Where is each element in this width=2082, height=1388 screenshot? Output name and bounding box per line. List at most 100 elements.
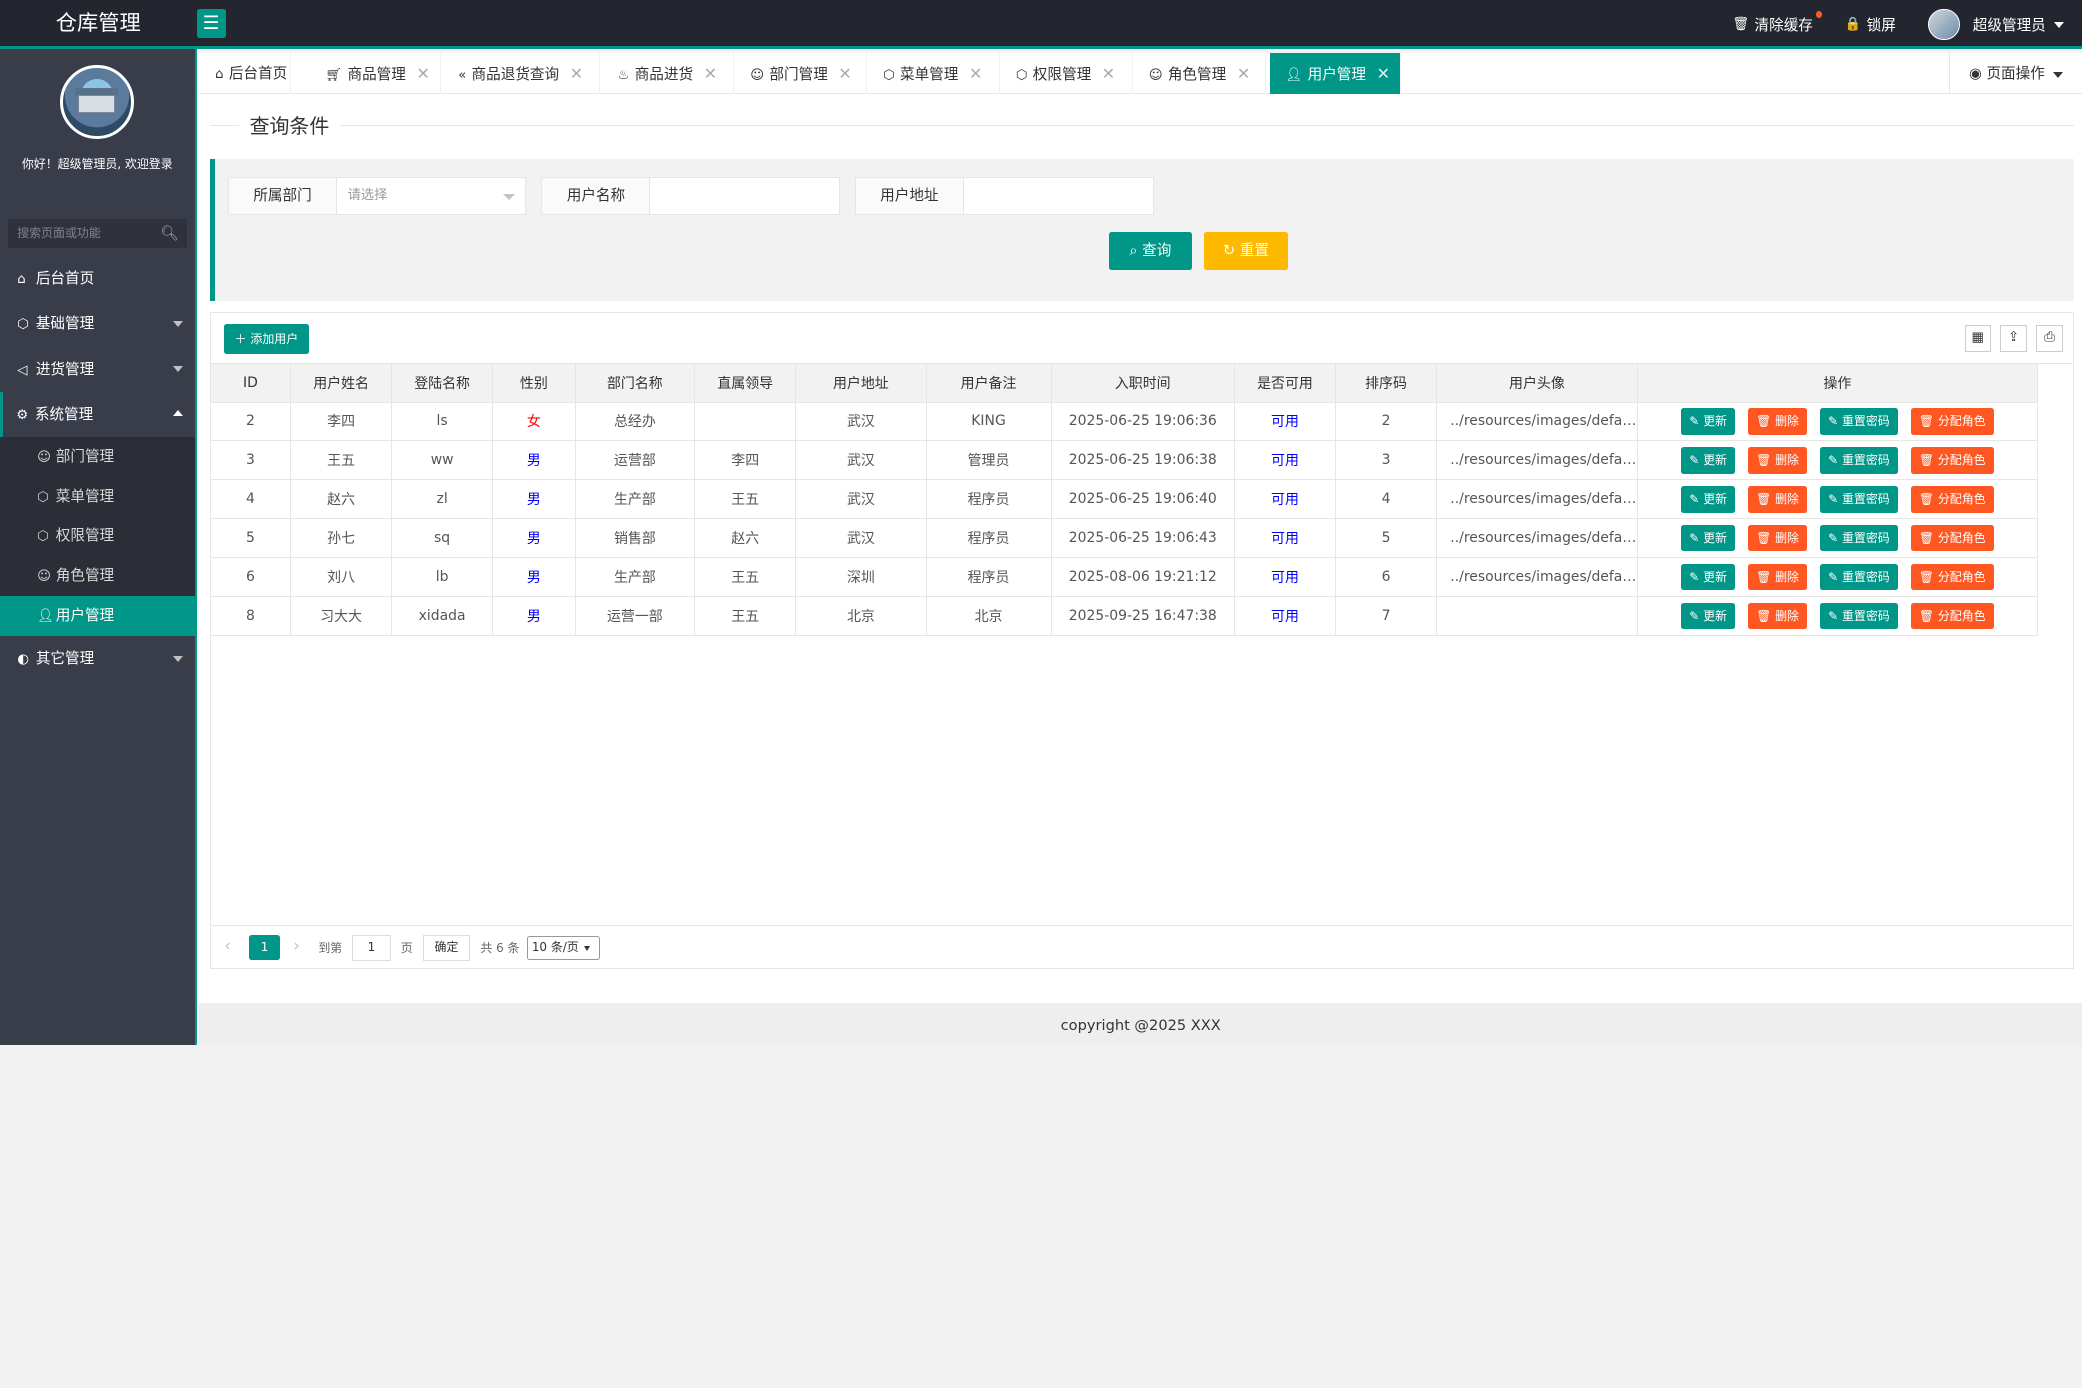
export-icon[interactable]: ⇪ xyxy=(2000,325,2027,352)
assign-role-button[interactable]: 🗑 分配角色 xyxy=(1910,408,1994,435)
column-header[interactable]: 入职时间 xyxy=(1051,363,1235,403)
assign-role-button[interactable]: 🗑 分配角色 xyxy=(1910,486,1994,513)
table-row[interactable]: 6 刘八 lb 男生产部 王五 深圳 程序员 2025-08-06 19:21:12 可用 6..… xyxy=(210,557,2039,598)
tab-home[interactable]: ⌂ 后台首页 xyxy=(199,53,291,95)
assign-role-button[interactable]: 🗑 分配角色 xyxy=(1910,524,1994,552)
lock-screen-button[interactable]: 🔒 锁屏 xyxy=(1845,14,1896,35)
sidebar-search-input[interactable]: 搜索页面或功能 🔍︎ xyxy=(7,219,187,249)
cell-login: zl xyxy=(391,479,494,520)
column-header[interactable]: 用户地址 xyxy=(795,363,927,403)
user-menu[interactable]: 超级管理员 xyxy=(1927,8,2064,41)
delete-button[interactable]: 🗑 删除 xyxy=(1748,524,1807,552)
column-header[interactable]: 用户备注 xyxy=(926,363,1052,403)
tab-goods-purchase[interactable]: ♨ 商品进货 ✕ xyxy=(602,53,735,95)
table-row[interactable]: 8 习大大 xidada 男运营一部 王五 北京 北京 2025-09-25 16:47:38… xyxy=(210,596,2039,636)
reset-password-button[interactable]: ✎ 重置密码 xyxy=(1820,563,1898,591)
assign-role-button[interactable]: 🗑 分配角色 xyxy=(1910,447,1994,474)
tab-user[interactable]: 👤︎ 用户管理 ✕ xyxy=(1269,53,1402,95)
tab-menu[interactable]: ⬡ 菜单管理 ✕ xyxy=(867,53,1000,95)
update-button[interactable]: ✎ 更新 xyxy=(1681,447,1735,474)
delete-button[interactable]: 🗑 删除 xyxy=(1748,563,1807,591)
sidebar-item-home[interactable]: ⌂ 后台首页 xyxy=(0,256,195,301)
column-header[interactable]: 直属领导 xyxy=(694,363,797,403)
menu-toggle-button[interactable]: ☰ xyxy=(196,9,226,39)
assign-role-button-label: 分配角色 xyxy=(1937,608,1986,623)
table-body: 2 李四 ls 女总经办 武汉 KING 2025-06-25 19:06:36 可用 2 ../… xyxy=(210,402,2039,636)
page-number-current[interactable]: 1 xyxy=(249,934,280,961)
delete-button[interactable]: 🗑 删除 xyxy=(1748,486,1807,513)
close-icon[interactable]: ✕ xyxy=(969,64,982,83)
print-icon[interactable]: ⎙ xyxy=(2036,325,2063,352)
tab-goods-return[interactable]: «商品退货查询 ✕ xyxy=(442,53,601,95)
delete-button[interactable]: 🗑 删除 xyxy=(1748,408,1807,435)
close-icon[interactable]: ✕ xyxy=(838,64,851,83)
delete-button[interactable]: 🗑 删除 xyxy=(1748,602,1807,630)
sidebar-item-role[interactable]: ☺ 角色管理 xyxy=(0,556,195,597)
goto-label: 到第 xyxy=(318,940,343,955)
tab-permission[interactable]: ⬡ 权限管理 ✕ xyxy=(1000,53,1133,95)
tab-role[interactable]: ☺ 角色管理 ✕ xyxy=(1133,53,1266,95)
update-button[interactable]: ✎ 更新 xyxy=(1681,602,1735,630)
page-size-select[interactable]: 10 条/页 xyxy=(526,936,600,961)
column-header[interactable]: 性别 xyxy=(492,363,576,403)
search-button[interactable]: ⌕ 查询 xyxy=(1108,232,1193,270)
prev-page-icon[interactable]: ‹ xyxy=(224,935,231,959)
sidebar-item-other[interactable]: ◐ 其它管理 xyxy=(0,636,195,681)
page-operations-dropdown[interactable]: ◉ 页面操作 xyxy=(1949,53,2082,95)
close-icon[interactable]: ✕ xyxy=(704,64,717,83)
reset-button[interactable]: ↻ 重置 xyxy=(1204,232,1288,270)
pencil-icon: ✎ xyxy=(1689,414,1704,429)
columns-filter-icon[interactable]: ▦ xyxy=(1964,325,1992,352)
table-row[interactable]: 2 李四 ls 女总经办 武汉 KING 2025-06-25 19:06:36 可用 2 ../… xyxy=(210,402,2039,442)
reset-password-button[interactable]: ✎ 重置密码 xyxy=(1820,602,1898,630)
sidebar-item-purchase[interactable]: ◁ 进货管理 xyxy=(0,347,195,392)
table-row[interactable]: 5 孙七 sq 男销售部 赵六 武汉 程序员 2025-06-25 19:06:43 可用 5..… xyxy=(210,518,2039,559)
sidebar-item-basic[interactable]: ⬡ 基础管理 xyxy=(0,301,195,346)
table-row[interactable]: 4 赵六 zl 男生产部 王五 武汉 程序员 2025-06-25 19:06:40 可用 4..… xyxy=(210,479,2039,520)
column-header[interactable]: 操作 xyxy=(1637,363,2039,403)
column-header[interactable]: 是否可用 xyxy=(1234,363,1337,403)
footer: copyright @2025 XXX xyxy=(199,1002,2082,1046)
tab-goods[interactable]: 🛒︎ 商品管理 ✕ xyxy=(309,53,441,95)
reset-password-button[interactable]: ✎ 重置密码 xyxy=(1820,447,1898,474)
sidebar-item-permission[interactable]: ⬡ 权限管理 xyxy=(0,516,195,557)
clear-cache-button[interactable]: 🗑 清除缓存 xyxy=(1732,11,1823,35)
addr-input[interactable] xyxy=(963,176,1154,216)
column-header[interactable]: 部门名称 xyxy=(575,363,696,403)
tab-dept[interactable]: ☺ 部门管理 ✕ xyxy=(734,53,868,95)
delete-button[interactable]: 🗑 删除 xyxy=(1748,447,1807,474)
close-icon[interactable]: ✕ xyxy=(1237,64,1250,83)
goto-page-input[interactable]: 1 xyxy=(351,934,392,962)
sidebar-item-system[interactable]: ⚙ 系统管理 xyxy=(0,391,195,437)
assign-role-button[interactable]: 🗑 分配角色 xyxy=(1910,563,1994,591)
update-button[interactable]: ✎ 更新 xyxy=(1681,486,1735,513)
column-header[interactable]: 登陆名称 xyxy=(391,363,494,403)
dept-select[interactable]: 请选择 xyxy=(336,176,526,216)
update-button[interactable]: ✎ 更新 xyxy=(1681,563,1735,591)
sidebar-item-user[interactable]: 👤︎ 用户管理 xyxy=(0,596,195,636)
sidebar-item-menu[interactable]: ⬡ 菜单管理 xyxy=(0,476,195,517)
column-header[interactable]: ID xyxy=(210,363,292,403)
close-icon[interactable]: ✕ xyxy=(570,64,583,83)
reset-password-button[interactable]: ✎ 重置密码 xyxy=(1820,486,1898,513)
close-icon[interactable]: ✕ xyxy=(1102,64,1115,83)
column-header[interactable]: 排序码 xyxy=(1335,363,1438,403)
assign-role-button[interactable]: 🗑 分配角色 xyxy=(1910,602,1994,630)
reset-password-button[interactable]: ✎ 重置密码 xyxy=(1820,408,1898,435)
sidebar-item-dept[interactable]: ☺ 部门管理 xyxy=(0,436,195,477)
cell-addr: 北京 xyxy=(795,596,927,636)
close-icon[interactable]: ✕ xyxy=(1377,64,1390,83)
name-input[interactable] xyxy=(650,176,841,216)
update-button[interactable]: ✎ 更新 xyxy=(1681,408,1735,435)
update-button[interactable]: ✎ 更新 xyxy=(1681,524,1735,552)
add-user-button[interactable]: ＋ 添加用户 xyxy=(224,323,309,355)
update-button-label: 更新 xyxy=(1703,608,1727,623)
column-header[interactable]: 用户姓名 xyxy=(290,363,393,403)
dept-select-placeholder: 请选择 xyxy=(347,187,388,203)
reset-password-button[interactable]: ✎ 重置密码 xyxy=(1820,524,1898,552)
close-icon[interactable]: ✕ xyxy=(416,64,429,83)
column-header[interactable]: 用户头像 xyxy=(1436,363,1638,403)
next-page-icon[interactable]: › xyxy=(293,935,300,959)
table-row[interactable]: 3 王五 ww 男运营部 李四 武汉 管理员 2025-06-25 19:06:38 可用 3..… xyxy=(210,440,2039,481)
goto-confirm-button[interactable]: 确定 xyxy=(423,934,470,962)
